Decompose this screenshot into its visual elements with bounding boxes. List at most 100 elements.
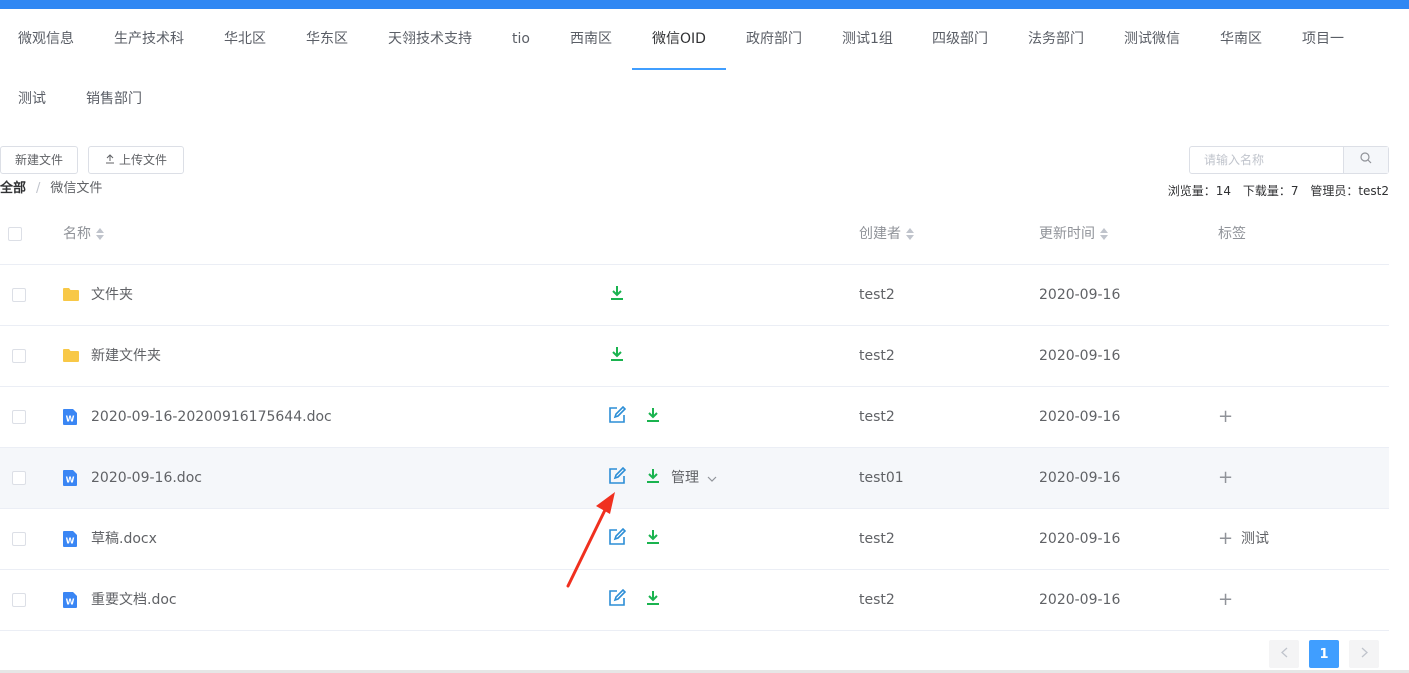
table-row[interactable]: W 草稿.docx test2 2020-09-16 + 测试 [0,509,1389,570]
tab-test-wechat[interactable]: 测试微信 [1124,9,1180,69]
tab-weiguan[interactable]: 微观信息 [18,9,74,69]
word-doc-icon: W [63,470,77,490]
add-tag-button[interactable]: + [1218,448,1233,508]
table-row[interactable]: W 2020-09-16.doc 管理 test01 2020-09-16 + [0,448,1389,509]
table-row[interactable]: 文件夹 test2 2020-09-16 [0,265,1389,326]
plus-icon: + [1218,467,1234,488]
tab-project1[interactable]: 项目一 [1302,9,1344,69]
updated-date: 2020-09-16 [1039,409,1121,425]
download-icon [646,529,660,549]
tab-east[interactable]: 华东区 [306,9,348,69]
file-name[interactable]: 文件夹 [91,265,133,325]
edit-icon [608,405,627,428]
tab-sales[interactable]: 销售部门 [86,69,142,129]
tab-test-group1[interactable]: 测试1组 [842,9,893,69]
tab-southwest[interactable]: 西南区 [570,9,612,69]
row-checkbox[interactable] [12,471,26,485]
upload-file-button[interactable]: 上传文件 [88,146,184,174]
tab-legal[interactable]: 法务部门 [1028,9,1084,69]
header-updated[interactable]: 更新时间 [1039,204,1108,264]
file-name[interactable]: 新建文件夹 [91,326,161,386]
prev-page-button[interactable] [1269,640,1299,668]
new-file-button[interactable]: 新建文件 [0,146,78,174]
updated-date: 2020-09-16 [1039,287,1121,303]
download-button[interactable] [610,265,624,325]
header-creator[interactable]: 创建者 [859,204,914,264]
sort-icon[interactable] [906,228,914,240]
file-name[interactable]: 2020-09-16-20200916175644.doc [91,387,332,447]
download-button[interactable] [646,387,660,447]
add-tag-button[interactable]: + [1218,387,1233,447]
download-button[interactable] [646,448,660,508]
chevron-right-icon [1361,647,1368,662]
table-row[interactable]: W 2020-09-16-20200916175644.doc test2 20… [0,387,1389,448]
header-name[interactable]: 名称 [63,204,104,264]
edit-icon [608,466,627,489]
new-file-label: 新建文件 [14,153,63,167]
folder-stats: 浏览量：14 下载量：7 管理员：test2 [1160,182,1389,199]
creator: test2 [859,287,895,303]
search-button[interactable] [1343,147,1388,173]
header-updated-label: 更新时间 [1039,226,1095,242]
svg-text:W: W [66,476,75,485]
table-row[interactable]: W 重要文档.doc test2 2020-09-16 + [0,570,1389,631]
add-tag-button[interactable]: + [1218,509,1233,569]
sort-icon[interactable] [1100,228,1108,240]
svg-text:W: W [66,598,75,607]
select-all-checkbox[interactable] [8,227,22,241]
updated-date: 2020-09-16 [1039,470,1121,486]
file-name[interactable]: 草稿.docx [91,509,157,569]
search-input[interactable] [1190,147,1344,173]
file-name[interactable]: 重要文档.doc [91,570,177,630]
row-checkbox[interactable] [12,288,26,302]
download-button[interactable] [646,570,660,630]
page-number-button[interactable]: 1 [1309,640,1339,668]
folder-icon [63,287,79,305]
table-row[interactable]: 新建文件夹 test2 2020-09-16 [0,326,1389,387]
upload-icon [105,148,115,174]
upload-file-label: 上传文件 [118,153,167,167]
row-checkbox[interactable] [12,532,26,546]
updated-date: 2020-09-16 [1039,592,1121,608]
tab-tech-support[interactable]: 天翎技术支持 [388,9,472,69]
top-header-bar [0,0,1409,9]
tab-tio[interactable]: tio [512,9,530,69]
row-checkbox[interactable] [12,593,26,607]
tab-level4[interactable]: 四级部门 [932,9,988,69]
sort-icon[interactable] [96,228,104,240]
creator: test2 [859,409,895,425]
tab-government[interactable]: 政府部门 [746,9,802,69]
download-button[interactable] [646,509,660,569]
tab-wechat-oid[interactable]: 微信OID [652,9,706,69]
downloads-count: 下载量：7 [1242,184,1299,198]
word-doc-icon: W [63,592,77,612]
edit-button[interactable] [608,387,627,447]
tab-production[interactable]: 生产技术科 [114,9,184,69]
admin-label: 管理员：test2 [1310,184,1389,198]
next-page-button[interactable] [1349,640,1379,668]
svg-text:W: W [66,415,75,424]
tab-south[interactable]: 华南区 [1220,9,1262,69]
breadcrumb: 全部 / 微信文件 [0,180,102,198]
manage-label: 管理 [671,470,699,486]
plus-icon: + [1218,528,1234,549]
tab-test[interactable]: 测试 [18,69,46,129]
add-tag-button[interactable]: + [1218,570,1233,630]
edit-icon [608,588,627,611]
download-icon [646,407,660,427]
tag-label[interactable]: 测试 [1241,509,1269,569]
download-button[interactable] [610,326,624,386]
row-checkbox[interactable] [12,349,26,363]
tab-north[interactable]: 华北区 [224,9,266,69]
active-tab-indicator [632,68,726,70]
row-checkbox[interactable] [12,410,26,424]
manage-dropdown[interactable]: 管理 [671,448,717,508]
search-icon [1360,152,1372,168]
breadcrumb-root[interactable]: 全部 [0,181,26,196]
annotation-arrow [566,492,615,588]
folder-icon [63,348,79,366]
svg-text:W: W [66,537,75,546]
chevron-down-icon [703,470,717,486]
file-name[interactable]: 2020-09-16.doc [91,448,202,508]
breadcrumb-current: 微信文件 [50,181,103,196]
